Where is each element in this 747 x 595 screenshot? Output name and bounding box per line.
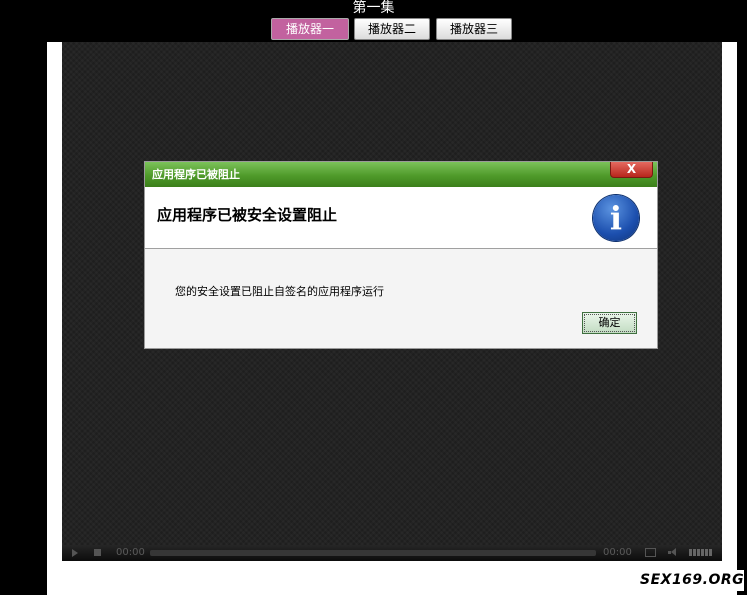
security-blocked-dialog: 应用程序已被阻止 X 应用程序已被安全设置阻止 i 您的安全设置已阻止自签名的应…	[144, 161, 658, 349]
tab-player-1[interactable]: 播放器一	[271, 18, 349, 40]
tab-player-3[interactable]: 播放器三	[436, 18, 512, 40]
player-controls: 00:00 00:00	[62, 545, 722, 561]
watermark-logo: SEX169.ORG	[640, 570, 744, 591]
stop-icon[interactable]	[94, 549, 101, 556]
episode-title: 第一集	[352, 0, 395, 16]
info-icon: i	[593, 195, 639, 241]
tab-player-2[interactable]: 播放器二	[354, 18, 430, 40]
duration-time: 00:00	[603, 547, 632, 558]
dialog-titlebar[interactable]: 应用程序已被阻止 X	[145, 162, 657, 187]
ok-button[interactable]: 确定	[582, 312, 637, 334]
volume-icon[interactable]	[668, 548, 678, 557]
dialog-message: 您的安全设置已阻止自签名的应用程序运行	[175, 285, 384, 298]
player-tabs: 播放器一 播放器二 播放器三	[0, 18, 747, 42]
info-icon-glyph: i	[609, 199, 623, 237]
close-button[interactable]: X	[610, 162, 653, 178]
volume-slider[interactable]	[689, 549, 713, 556]
dialog-header: 应用程序已被安全设置阻止 i	[145, 187, 657, 249]
dialog-window-title: 应用程序已被阻止	[152, 168, 240, 181]
current-time: 00:00	[116, 547, 145, 558]
play-icon[interactable]	[72, 549, 78, 557]
dialog-heading: 应用程序已被安全设置阻止	[157, 206, 338, 224]
fullscreen-icon[interactable]	[645, 548, 656, 557]
seek-bar[interactable]	[150, 550, 596, 556]
